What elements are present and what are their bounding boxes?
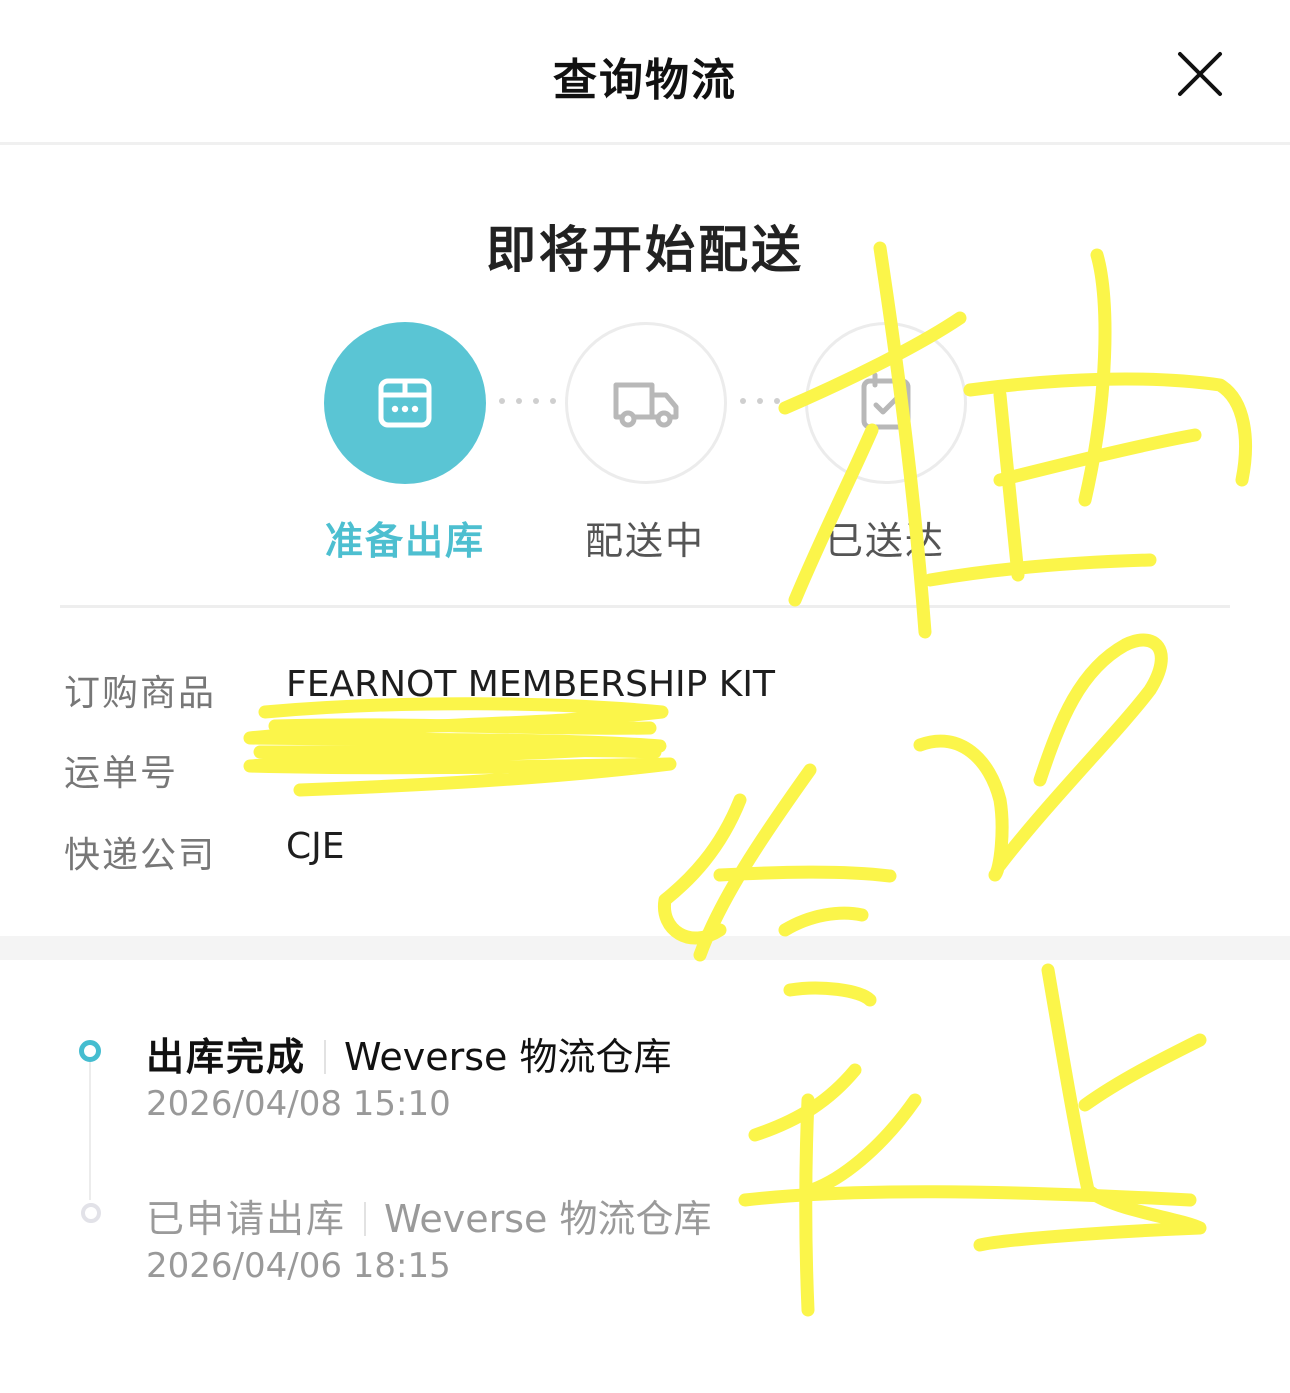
header: 查询物流 <box>0 0 1290 145</box>
logistics-page: 查询物流 即将开始配送 准备出库 配送中 已送达 订购商品 FEARNOT ME… <box>0 0 1290 1393</box>
timeline-time: 2026/04/06 18:15 <box>146 1246 451 1286</box>
page-title: 查询物流 <box>553 55 737 106</box>
step-label-shipping: 配送中 <box>584 519 705 563</box>
timeline-line <box>89 1062 91 1200</box>
separator <box>324 1040 327 1074</box>
step-connector <box>499 398 559 406</box>
step-preparing <box>324 322 486 484</box>
timeline-dot <box>81 1203 101 1223</box>
timeline-status: 已申请出库 <box>146 1197 347 1241</box>
timeline-time: 2026/04/08 15:10 <box>146 1084 451 1124</box>
close-button[interactable] <box>1172 46 1228 102</box>
info-value-courier: CJE <box>286 826 345 867</box>
info-key: 运单号 <box>64 753 179 794</box>
timeline-item-title: 出库完成 Weverse 物流仓库 <box>146 1026 672 1081</box>
step-label-delivered: 已送达 <box>824 519 945 563</box>
calendar-check-icon <box>861 372 911 430</box>
info-key: 快递公司 <box>64 835 217 876</box>
timeline-item-title: 已申请出库 Weverse 物流仓库 <box>146 1188 712 1243</box>
step-label-preparing: 准备出库 <box>324 519 485 563</box>
info-key: 订购商品 <box>64 673 217 714</box>
info-row-product: 订购商品 FEARNOT MEMBERSHIP KIT <box>64 664 1224 714</box>
info-value-product: FEARNOT MEMBERSHIP KIT <box>286 664 776 705</box>
timeline-status: 出库完成 <box>146 1035 307 1079</box>
timeline-location: Weverse 物流仓库 <box>384 1197 712 1241</box>
section-separator <box>0 936 1290 960</box>
timeline-location: Weverse 物流仓库 <box>344 1035 672 1079</box>
info-row-courier: 快递公司 CJE <box>64 826 1224 876</box>
truck-icon <box>613 382 679 428</box>
step-connector <box>740 398 800 406</box>
box-icon <box>378 378 432 428</box>
info-row-tracking-number: 运单号 <box>64 744 1224 794</box>
separator <box>364 1202 367 1236</box>
step-shipping <box>565 322 727 484</box>
step-delivered <box>805 322 967 484</box>
timeline-dot-current <box>79 1040 101 1062</box>
close-icon <box>1178 52 1222 96</box>
delivery-status-title: 即将开始配送 <box>486 221 804 279</box>
divider <box>60 605 1230 608</box>
